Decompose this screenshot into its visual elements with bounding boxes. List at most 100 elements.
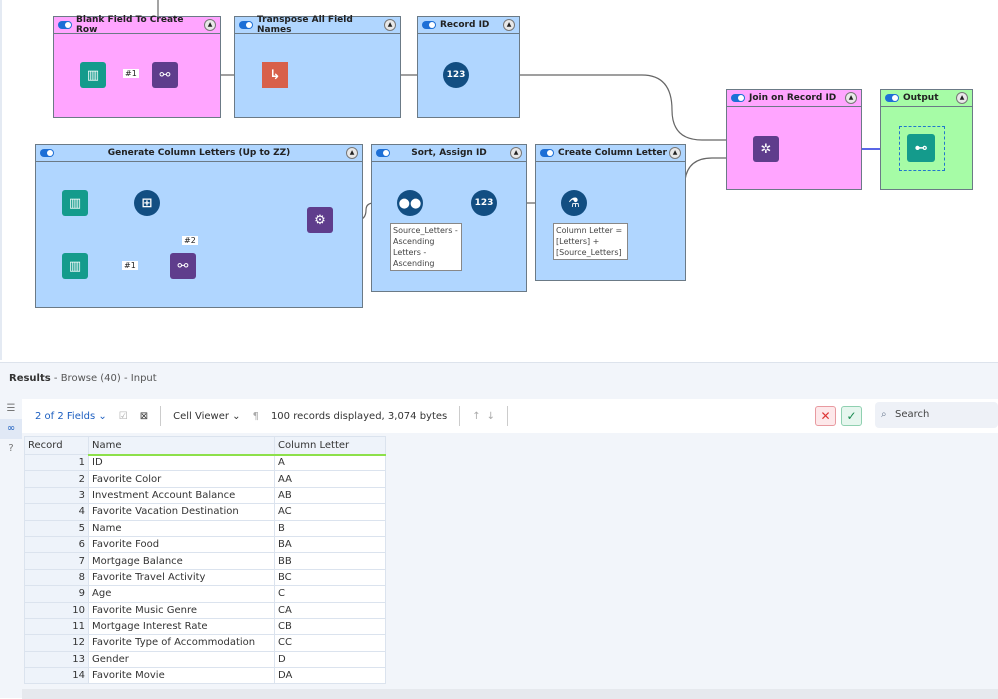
toggle-icon[interactable] (239, 21, 253, 29)
column-header[interactable]: Name (88, 436, 275, 456)
table-row[interactable]: 12 Favorite Type of Accommodation CC (24, 634, 386, 652)
table-cell[interactable]: ID (88, 453, 275, 472)
table-cell[interactable]: 6 (24, 535, 89, 554)
table-cell[interactable]: CA (274, 601, 386, 619)
table-row[interactable]: 5 Name B (24, 519, 386, 537)
collapse-icon[interactable]: ▲ (346, 147, 358, 159)
table-cell[interactable]: 12 (24, 634, 89, 652)
toggle-icon[interactable] (540, 149, 554, 157)
sort-down-icon[interactable]: ↓ (487, 411, 495, 422)
table-row[interactable]: 13 Gender D (24, 650, 386, 669)
toggle-icon[interactable] (731, 94, 745, 102)
workflow-canvas[interactable]: Blank Field To Create Row ▲ Transpose All… (0, 0, 998, 360)
toggle-icon[interactable] (376, 149, 390, 157)
table-cell[interactable]: Mortgage Balance (88, 552, 275, 570)
table-cell[interactable]: 8 (24, 568, 89, 587)
table-cell[interactable]: 13 (24, 650, 89, 669)
table-row[interactable]: 11 Mortgage Interest Rate CB (24, 617, 386, 636)
toggle-icon[interactable] (422, 21, 436, 29)
collapse-icon[interactable]: ▲ (669, 147, 681, 159)
table-row[interactable]: 7 Mortgage Balance BB (24, 552, 386, 570)
checkbox-icon[interactable]: ☑ (119, 411, 128, 422)
table-cell[interactable]: BB (274, 552, 386, 570)
table-cell[interactable]: A (274, 453, 386, 472)
append-fields-tool-icon[interactable]: ⚯ (170, 253, 196, 279)
record-id-tool-icon[interactable]: 123 (471, 190, 497, 216)
toggle-icon[interactable] (885, 94, 899, 102)
transpose-tool-icon[interactable]: ↳ (262, 62, 288, 88)
table-cell[interactable]: Investment Account Balance (88, 486, 275, 505)
sort-up-icon[interactable]: ↑ (472, 411, 480, 422)
sort-tool-icon[interactable]: ●● (397, 190, 423, 216)
table-cell[interactable]: 7 (24, 552, 89, 570)
table-cell[interactable]: Gender (88, 650, 275, 669)
container-record-id[interactable]: Record ID ▲ (417, 16, 520, 118)
formula-macro-tool-icon[interactable]: ⚙ (307, 207, 333, 233)
table-cell[interactable]: CC (274, 634, 386, 652)
table-cell[interactable]: Favorite Vacation Destination (88, 503, 275, 521)
table-cell[interactable]: Favorite Music Genre (88, 601, 275, 619)
clear-icon[interactable]: ⊠ (140, 411, 148, 422)
text-input-tool-icon[interactable]: ▥ (62, 253, 88, 279)
table-cell[interactable]: B (274, 519, 386, 537)
table-cell[interactable]: D (274, 650, 386, 669)
append-fields-tool-icon[interactable]: ⚯ (152, 62, 178, 88)
container-blank-field[interactable]: Blank Field To Create Row ▲ (53, 15, 221, 118)
container-transpose[interactable]: Transpose All Field Names ▲ (234, 15, 401, 118)
column-header[interactable]: Record (24, 436, 89, 455)
table-row[interactable]: 6 Favorite Food BA (24, 535, 386, 554)
binoculars-icon[interactable]: ∞ (0, 419, 22, 439)
collapse-icon[interactable]: ▲ (384, 19, 396, 31)
table-cell[interactable]: BA (274, 535, 386, 554)
formula-tool-icon[interactable]: ⚗ (561, 190, 587, 216)
table-cell[interactable]: DA (274, 667, 386, 685)
table-cell[interactable]: Age (88, 585, 275, 603)
help-icon[interactable]: ? (0, 439, 22, 459)
table-row[interactable]: 3 Investment Account Balance AB (24, 486, 386, 505)
table-row[interactable]: 8 Favorite Travel Activity BC (24, 568, 386, 587)
table-cell[interactable]: AB (274, 486, 386, 505)
pilcrow-icon[interactable]: ¶ (253, 411, 259, 422)
table-row[interactable]: 9 Age C (24, 585, 386, 603)
column-header[interactable]: Column Letter (274, 436, 386, 456)
collapse-icon[interactable]: ▲ (204, 19, 216, 31)
cancel-button[interactable]: ✕ (815, 406, 836, 426)
table-cell[interactable]: 5 (24, 519, 89, 537)
table-cell[interactable]: Favorite Travel Activity (88, 568, 275, 587)
table-row[interactable]: 14 Favorite Movie DA (24, 667, 386, 685)
list-icon[interactable]: ☰ (0, 399, 22, 419)
collapse-icon[interactable]: ▲ (956, 92, 968, 104)
table-row[interactable]: 4 Favorite Vacation Destination AC (24, 503, 386, 521)
table-cell[interactable]: AA (274, 470, 386, 488)
table-cell[interactable]: AC (274, 503, 386, 521)
table-cell[interactable]: BC (274, 568, 386, 587)
table-cell[interactable]: Favorite Type of Accommodation (88, 634, 275, 652)
table-cell[interactable]: C (274, 585, 386, 603)
table-cell[interactable]: Name (88, 519, 275, 537)
browse-tool-icon[interactable]: ⊷ (907, 134, 935, 162)
apply-button[interactable]: ✓ (841, 406, 862, 426)
cell-viewer-dropdown[interactable]: Cell Viewer ⌄ (173, 411, 240, 422)
search-input[interactable]: ⌕ Search (875, 402, 998, 428)
toggle-icon[interactable] (40, 149, 54, 157)
table-row[interactable]: 1 ID A (24, 453, 386, 472)
collapse-icon[interactable]: ▲ (510, 147, 522, 159)
text-input-tool-icon[interactable]: ▥ (62, 190, 88, 216)
collapse-icon[interactable]: ▲ (503, 19, 515, 31)
table-row[interactable]: 2 Favorite Color AA (24, 470, 386, 488)
toggle-icon[interactable] (58, 21, 72, 29)
record-id-tool-icon[interactable]: 123 (443, 62, 469, 88)
table-row[interactable]: 10 Favorite Music Genre CA (24, 601, 386, 619)
fields-dropdown[interactable]: 2 of 2 Fields ⌄ (35, 411, 107, 422)
collapse-icon[interactable]: ▲ (845, 92, 857, 104)
container-create-letter[interactable]: Create Column Letter ▲ (535, 144, 686, 281)
table-cell[interactable]: 3 (24, 486, 89, 505)
text-input-tool-icon[interactable]: ▥ (80, 62, 106, 88)
table-cell[interactable]: Favorite Food (88, 535, 275, 554)
table-cell[interactable]: 14 (24, 667, 89, 685)
table-cell[interactable]: CB (274, 617, 386, 636)
generate-rows-tool-icon[interactable]: ⊞ (134, 190, 160, 216)
table-cell[interactable]: 9 (24, 585, 89, 603)
table-cell[interactable]: Favorite Color (88, 470, 275, 488)
table-cell[interactable]: 4 (24, 503, 89, 521)
